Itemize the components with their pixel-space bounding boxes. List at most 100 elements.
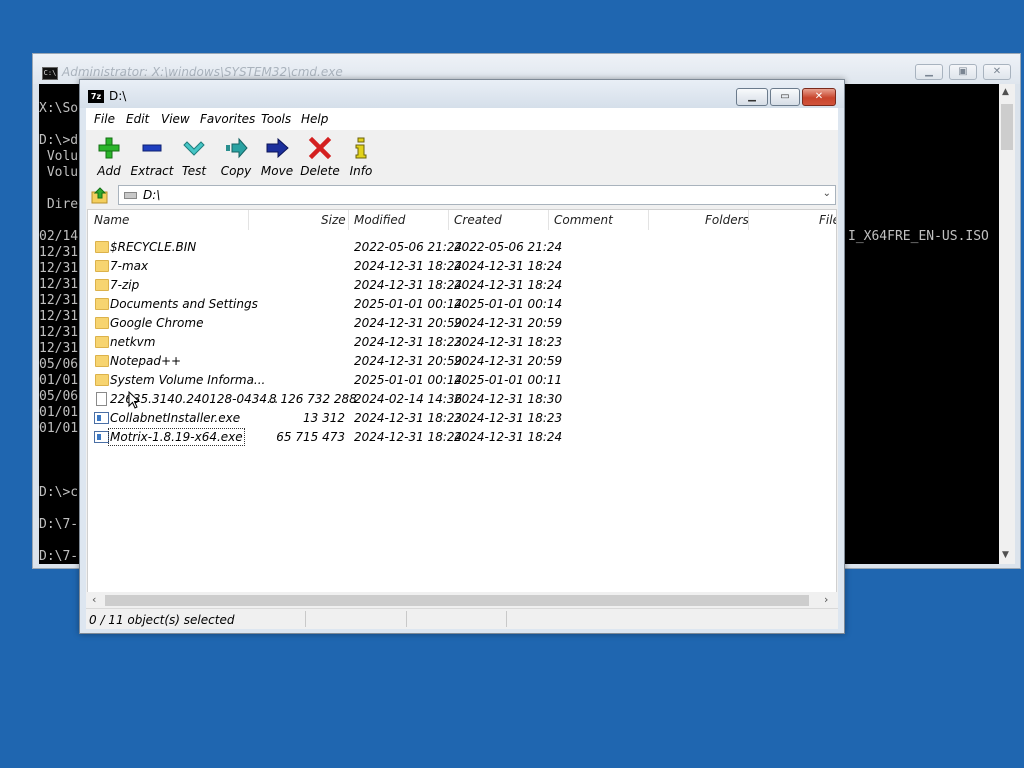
cmd-line: 01/01 — [39, 405, 79, 420]
cmd-line: 01/01 — [39, 373, 79, 388]
column-header-size[interactable]: Size — [321, 213, 346, 227]
menu-tools[interactable]: Tools — [261, 112, 291, 126]
folder-icon — [95, 298, 109, 310]
column-header-name[interactable]: Name — [94, 213, 129, 227]
cmd-line: 12/31 — [39, 325, 79, 340]
cmd-minimize-button[interactable]: ▁ — [915, 64, 943, 80]
cmd-maximize-button[interactable]: ▣ — [949, 64, 977, 80]
info-label: Info — [349, 164, 373, 178]
file-created: 2024-12-31 20:59 — [454, 316, 563, 330]
menu-favorites[interactable]: Favorites — [200, 112, 255, 126]
cmd-scrollbar[interactable]: ▲ ▼ — [999, 84, 1015, 564]
menu-file[interactable]: File — [94, 112, 115, 126]
column-divider[interactable] — [348, 210, 349, 230]
cmd-line: 02/14 — [39, 229, 79, 244]
scroll-up-icon[interactable]: ▲ — [1002, 87, 1009, 97]
cmd-line: 12/31 — [39, 245, 79, 260]
list-item[interactable]: 7-max 2024-12-31 18:24 2024-12-31 18:24 — [88, 257, 836, 276]
column-header-comment[interactable]: Comment — [554, 213, 613, 227]
file-created: 2024-12-31 20:59 — [454, 354, 563, 368]
copy-icon — [226, 137, 248, 159]
status-bar: 0 / 11 object(s) selected — [86, 608, 838, 629]
move-icon — [266, 137, 289, 159]
folder-icon — [95, 317, 109, 329]
address-bar: D:\ ⌄ — [86, 182, 838, 208]
minimize-button[interactable]: ▁ — [736, 88, 768, 106]
file-name: Documents and Settings — [110, 297, 258, 311]
cmd-line: Volu — [39, 165, 79, 180]
cmd-line: 05/06 — [39, 357, 79, 372]
file-modified: 2024-12-31 20:59 — [354, 316, 463, 330]
file-modified: 2024-12-31 20:59 — [354, 354, 463, 368]
folder-up-icon[interactable] — [91, 186, 109, 204]
add-icon — [98, 137, 120, 159]
cmd-title: Administrator: X:\windows\SYSTEM32\cmd.e… — [62, 65, 343, 79]
column-divider[interactable] — [448, 210, 449, 230]
cmd-line: 12/31 — [39, 261, 79, 276]
file-name: netkvm — [110, 335, 156, 349]
scroll-right-icon[interactable]: › — [824, 593, 828, 606]
menu-help[interactable]: Help — [301, 112, 328, 126]
file-modified: 2024-12-31 18:23 — [354, 335, 463, 349]
file-created: 2025-01-01 00:11 — [454, 373, 563, 387]
delete-icon — [308, 136, 332, 160]
file-name: Google Chrome — [110, 316, 204, 330]
7zip-titlebar[interactable]: 7z D:\ ▁ ▭ ✕ — [80, 80, 844, 108]
cmd-line: Dire — [39, 197, 79, 212]
list-item[interactable]: 7-zip 2024-12-31 18:24 2024-12-31 18:24 — [88, 276, 836, 295]
menu-edit[interactable]: Edit — [126, 112, 149, 126]
file-list[interactable]: Name Size Modified Created Comment Folde… — [87, 209, 837, 606]
chevron-down-icon[interactable]: ⌄ — [823, 188, 831, 199]
horizontal-scroll-thumb[interactable] — [105, 595, 809, 606]
file-modified: 2025-01-01 00:14 — [354, 297, 463, 311]
folder-icon — [95, 260, 109, 272]
list-header: Name Size Modified Created Comment Folde… — [88, 210, 836, 230]
drive-icon — [124, 192, 137, 199]
file-name: 7-max — [110, 259, 149, 273]
list-item[interactable]: netkvm 2024-12-31 18:23 2024-12-31 18:23 — [88, 333, 836, 352]
scroll-down-icon[interactable]: ▼ — [1002, 550, 1009, 560]
file-created: 2024-12-31 18:24 — [454, 430, 563, 444]
column-divider[interactable] — [248, 210, 249, 230]
column-header-files[interactable]: File — [819, 213, 836, 227]
list-item[interactable]: System Volume Informa... 2025-01-01 00:1… — [88, 371, 836, 390]
cmd-line: X:\So — [39, 101, 79, 116]
cmd-line: D:\>d — [39, 133, 79, 148]
file-icon — [96, 392, 107, 406]
cmd-line: 01/01 — [39, 421, 79, 436]
list-item[interactable]: Google Chrome 2024-12-31 20:59 2024-12-3… — [88, 314, 836, 333]
info-button[interactable]: Info — [338, 134, 384, 178]
desktop: C:\ Administrator: X:\windows\SYSTEM32\c… — [0, 0, 1024, 768]
column-header-folders[interactable]: Folders — [705, 213, 749, 227]
cmd-line: 12/31 — [39, 277, 79, 292]
cmd-scroll-thumb[interactable] — [1001, 104, 1013, 150]
cmd-close-button[interactable]: ✕ — [983, 64, 1011, 80]
file-size: 13 312 — [303, 411, 345, 425]
list-item[interactable]: CollabnetInstaller.exe 13 312 2024-12-31… — [88, 409, 836, 428]
list-item[interactable]: Documents and Settings 2025-01-01 00:14 … — [88, 295, 836, 314]
menu-view[interactable]: View — [161, 112, 190, 126]
close-button[interactable]: ✕ — [802, 88, 836, 106]
file-modified: 2024-12-31 18:24 — [354, 259, 463, 273]
column-divider[interactable] — [748, 210, 749, 230]
column-header-modified[interactable]: Modified — [354, 213, 405, 227]
list-item[interactable]: 22635.3140.240128-0434... 8 126 732 288 … — [88, 390, 836, 409]
column-divider[interactable] — [548, 210, 549, 230]
file-created: 2022-05-06 21:24 — [454, 240, 563, 254]
horizontal-scrollbar[interactable]: ‹ › — [87, 592, 837, 609]
scroll-left-icon[interactable]: ‹ — [92, 593, 96, 606]
test-icon — [183, 141, 205, 156]
list-item[interactable]: $RECYCLE.BIN 2022-05-06 21:24 2022-05-06… — [88, 238, 836, 257]
list-item[interactable]: Motrix-1.8.19-x64.exe 65 715 473 2024-12… — [88, 428, 836, 447]
list-item[interactable]: Notepad++ 2024-12-31 20:59 2024-12-31 20… — [88, 352, 836, 371]
column-divider[interactable] — [648, 210, 649, 230]
window-title: D:\ — [109, 89, 127, 103]
7zip-logo-icon: 7z — [88, 90, 104, 103]
column-header-created[interactable]: Created — [454, 213, 502, 227]
7zip-window[interactable]: 7z D:\ ▁ ▭ ✕ File Edit View Favorites To… — [79, 79, 845, 634]
cmd-line: 12/31 — [39, 341, 79, 356]
maximize-button[interactable]: ▭ — [770, 88, 800, 106]
file-modified: 2022-05-06 21:24 — [354, 240, 463, 254]
folder-icon — [95, 241, 109, 253]
path-input[interactable]: D:\ ⌄ — [118, 185, 836, 205]
